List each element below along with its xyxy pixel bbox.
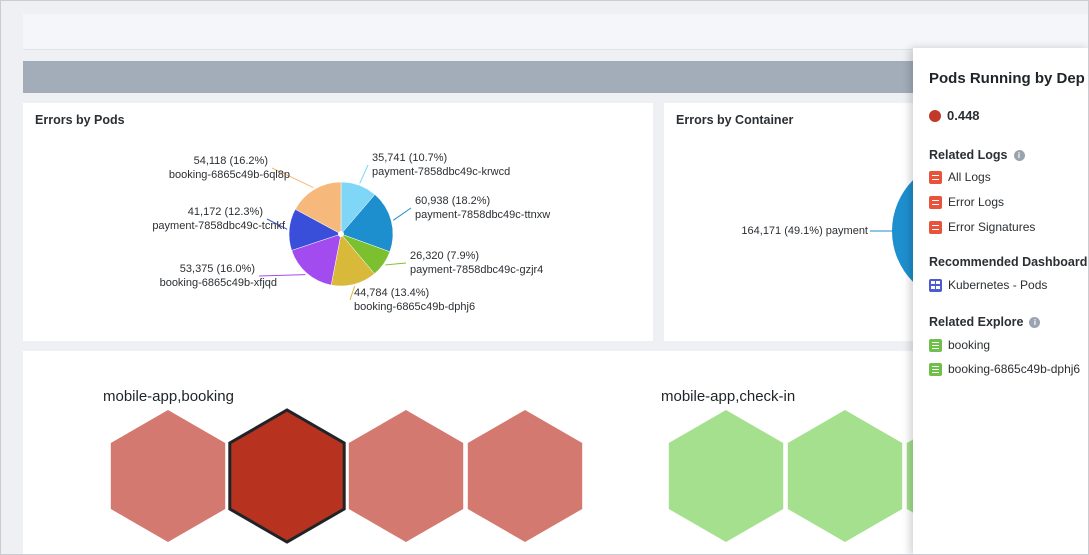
- link-label: booking: [948, 338, 991, 352]
- status-dot-icon: [929, 109, 941, 122]
- recommended-dashboards-heading: Recommended Dashboard: [929, 255, 1087, 269]
- callout-line: [385, 262, 407, 266]
- hex-booking-1[interactable]: [110, 410, 226, 542]
- side-panel-title: Pods Running by Dep: [929, 70, 1085, 87]
- data-label-name: payment-7858dbc49c-gzjr4: [410, 264, 543, 276]
- data-label-name: booking-6865c49b-xfjqd: [160, 277, 277, 289]
- hex-booking-2-selected[interactable]: [228, 408, 346, 544]
- link-explore-booking-pod[interactable]: booking-6865c49b-dphj6: [929, 362, 1080, 376]
- dashboard-frame: Errors by Pods 35,741 (10.7%) payment-785…: [0, 0, 1089, 555]
- details-side-panel: Pods Running by Dep 0.448 Related Logs i…: [913, 48, 1088, 554]
- data-label-value: 35,741 (10.7%): [372, 152, 447, 164]
- link-label: Error Signatures: [948, 220, 1036, 234]
- pie-center: [338, 231, 344, 237]
- errors-by-container-panel: Errors by Container 164,171 (49.1%) paym…: [664, 103, 913, 341]
- data-label-value: 53,375 (16.0%): [180, 263, 255, 275]
- data-label-value: 54,118 (16.2%): [194, 155, 268, 167]
- link-label: Error Logs: [948, 195, 1005, 209]
- log-icon: [929, 220, 942, 234]
- section-heading-text: Recommended Dashboard: [929, 255, 1088, 269]
- log-icon: [929, 170, 942, 184]
- log-icon: [929, 195, 942, 209]
- link-label: Kubernetes - Pods: [948, 278, 1048, 292]
- explore-icon: [929, 338, 942, 352]
- metric-value-text: 0.448: [947, 108, 980, 123]
- data-label: 164,171 (49.1%) payment: [741, 225, 868, 237]
- info-icon[interactable]: i: [1013, 149, 1025, 161]
- link-all-logs[interactable]: All Logs: [929, 170, 991, 184]
- data-label-name: payment-7858dbc49c-tcnkf: [152, 220, 286, 232]
- data-label-name: booking-6865c49b-dphj6: [354, 301, 475, 313]
- dashboard-icon: [929, 278, 942, 292]
- link-error-signatures[interactable]: Error Signatures: [929, 220, 1035, 234]
- hex-booking-4[interactable]: [467, 410, 583, 542]
- callout-line: [359, 164, 369, 184]
- link-label: All Logs: [948, 170, 991, 184]
- info-icon[interactable]: i: [1029, 316, 1041, 328]
- callout-line: [392, 207, 412, 221]
- hex-booking-3[interactable]: [348, 410, 464, 542]
- related-explore-heading: Related Explore i: [929, 315, 1041, 329]
- callout-line: [258, 274, 306, 277]
- data-label-value: 60,938 (18.2%): [415, 195, 490, 207]
- data-label-value: 41,172 (12.3%): [188, 206, 263, 218]
- data-label-name: payment-7858dbc49c-ttnxw: [415, 209, 550, 221]
- link-explore-booking[interactable]: booking: [929, 338, 990, 352]
- explore-icon: [929, 362, 942, 376]
- errors-by-pods-pie-chart: 35,741 (10.7%) payment-7858dbc49c-krwcd 60…: [152, 152, 550, 313]
- data-label-value: 26,320 (7.9%): [410, 250, 479, 262]
- section-heading-text: Related Explore: [929, 315, 1024, 329]
- link-error-logs[interactable]: Error Logs: [929, 195, 1004, 209]
- section-heading-text: Related Logs: [929, 148, 1008, 162]
- data-label-value: 44,784 (13.4%): [354, 287, 429, 299]
- metric-value: 0.448: [929, 108, 980, 123]
- top-toolbar: [23, 14, 1088, 50]
- data-label-name: booking-6865c49b-6ql8p: [169, 169, 290, 181]
- errors-by-pods-panel: Errors by Pods 35,741 (10.7%) payment-785…: [23, 103, 653, 341]
- link-label: booking-6865c49b-dphj6: [948, 362, 1081, 376]
- errors-by-container-pie-chart: 164,171 (49.1%) payment: [741, 180, 913, 282]
- hex-check-in-1[interactable]: [668, 410, 784, 542]
- hex-check-in-2[interactable]: [787, 410, 903, 542]
- data-label-name: payment-7858dbc49c-krwcd: [372, 166, 510, 178]
- related-logs-heading: Related Logs i: [929, 148, 1025, 162]
- link-kubernetes-pods[interactable]: Kubernetes - Pods: [929, 278, 1047, 292]
